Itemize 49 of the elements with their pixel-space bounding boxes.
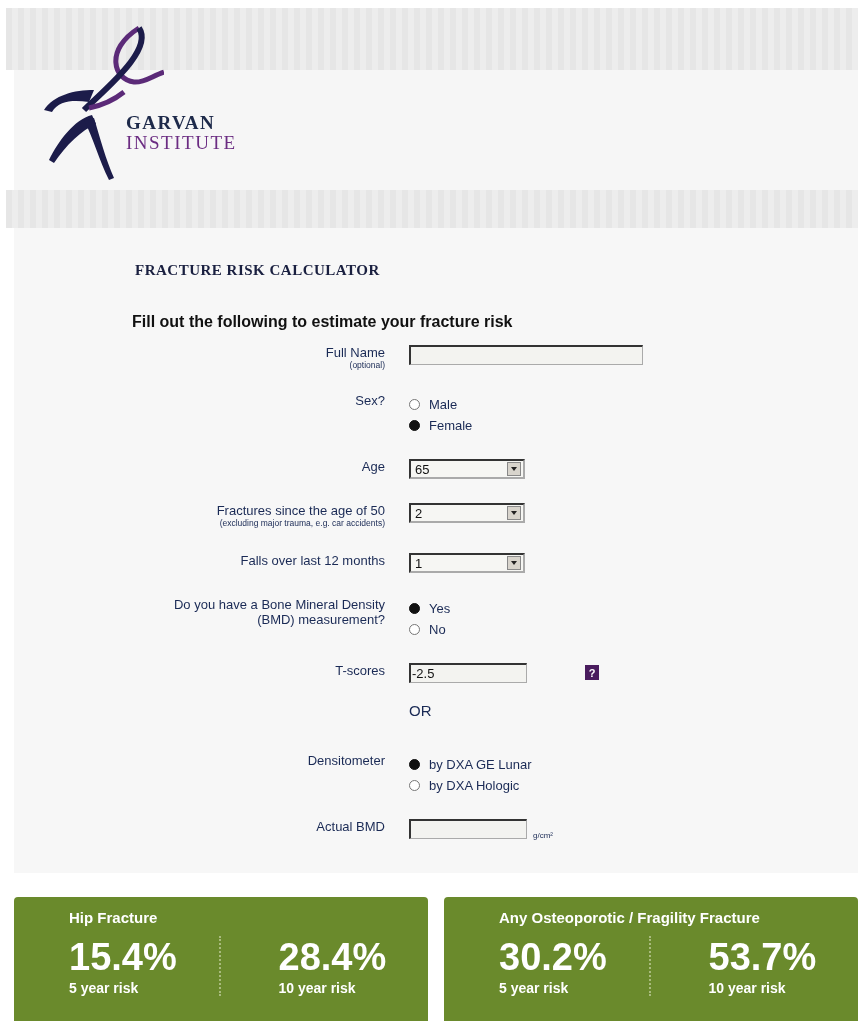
help-button[interactable]: ? — [585, 665, 599, 680]
radio-button[interactable] — [409, 624, 420, 635]
radio-button[interactable] — [409, 759, 420, 770]
field-label: Age — [361, 459, 385, 474]
radio-button[interactable] — [409, 780, 420, 791]
field-hint: (excluding major trauma, e.g. car accidents) — [219, 518, 385, 529]
caret-icon — [507, 506, 521, 520]
option-label: Female — [429, 418, 473, 433]
or-divider-text: OR — [409, 702, 432, 719]
risk-label: 5 year risk — [69, 980, 140, 996]
radio-button[interactable] — [409, 399, 420, 410]
risk-percentage: 15.4% — [69, 936, 178, 978]
field-label: Fractures since the age of 50 — [216, 503, 385, 518]
caret-icon — [507, 556, 521, 570]
risk-percentage: 28.4% — [278, 936, 388, 978]
page-title: FRACTURE RISK CALCULATOR — [135, 262, 381, 279]
form-heading: Fill out the following to estimate your fracture risk — [132, 313, 514, 331]
input-field[interactable] — [409, 345, 643, 365]
dropdown[interactable]: 2 — [409, 503, 525, 523]
option-label: by DXA GE Lunar — [429, 757, 532, 772]
logo-subtitle: INSTITUTE — [126, 133, 237, 153]
risk-label: 10 year risk — [708, 980, 787, 996]
field-label: Densitometer — [307, 753, 385, 768]
dropdown[interactable]: 1 — [409, 553, 525, 573]
unit-label: g/cm² — [533, 831, 553, 840]
risk-percentage: 53.7% — [708, 936, 818, 978]
risk-label: 10 year risk — [278, 980, 357, 996]
field-label: Full Name — [325, 345, 385, 360]
option-label: Yes — [429, 601, 451, 616]
input-field[interactable] — [409, 819, 527, 839]
risk-percentage: 30.2% — [499, 936, 608, 978]
radio-button[interactable] — [409, 420, 420, 431]
field-label: Sex? — [355, 393, 385, 408]
input-field[interactable]: -2.5 — [409, 663, 527, 683]
option-label: by DXA Hologic — [429, 778, 520, 793]
dropdown[interactable]: 65 — [409, 459, 525, 479]
field-label: Falls over last 12 months — [240, 553, 385, 568]
caret-icon — [507, 462, 521, 476]
option-label: No — [429, 622, 446, 637]
field-label: Actual BMD — [316, 819, 385, 834]
field-label: Do you have a Bone Mineral Density (BMD) measurement? — [173, 597, 385, 627]
logo-name: GARVAN — [126, 113, 217, 133]
risk-label: 5 year risk — [499, 980, 570, 996]
card-title: Any Osteoporotic / Fragility Fracture — [499, 909, 761, 926]
field-label: T-scores — [335, 663, 385, 678]
radio-button[interactable] — [409, 603, 420, 614]
card-title: Hip Fracture — [69, 909, 159, 926]
field-hint: (optional) — [349, 360, 385, 371]
option-label: Male — [429, 397, 458, 412]
